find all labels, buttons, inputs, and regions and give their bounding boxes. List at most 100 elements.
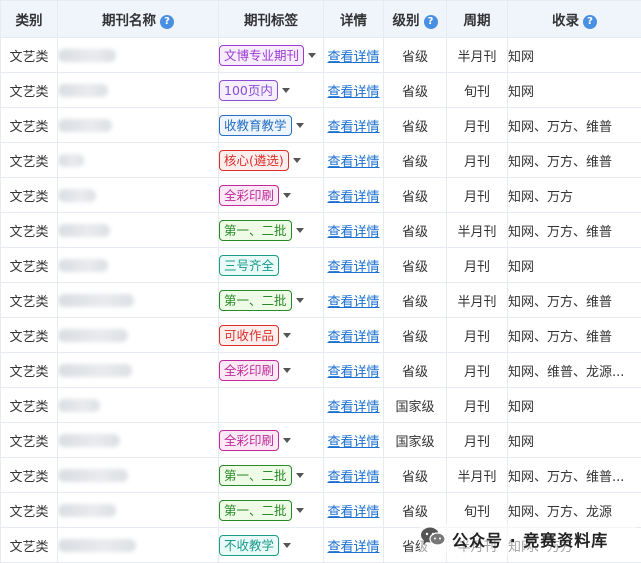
view-details-link[interactable]: 查看详情 xyxy=(327,365,379,380)
help-icon[interactable]: ? xyxy=(160,15,174,29)
journal-tag-badge: 第一、二批 xyxy=(219,289,292,311)
period-text: 月刊 xyxy=(463,434,490,450)
journal-tag-badge: 可收作品 xyxy=(219,324,280,346)
journal-name-blurred xyxy=(58,363,132,377)
index-text: 知网、万方、维普 xyxy=(508,154,613,170)
header-detail[interactable]: 详情 xyxy=(323,0,384,38)
journal-tag-badge: 收教育教学 xyxy=(219,114,292,136)
view-details-link[interactable]: 查看详情 xyxy=(327,505,379,520)
journal-tag-badge: 第一、二批 xyxy=(219,219,292,241)
caret-down-icon[interactable] xyxy=(283,332,292,338)
period-cell: 半月刊 xyxy=(446,37,508,73)
header-row: 类别 期刊名称? 期刊标签 详情 级别? 周期 收录? xyxy=(0,0,641,38)
category-cell: 文艺类 xyxy=(0,422,58,458)
index-text: 知网 xyxy=(508,399,535,415)
view-details-link[interactable]: 查看详情 xyxy=(327,540,379,555)
index-text: 知网、万方、维普 xyxy=(508,119,613,135)
period-cell: 月刊 xyxy=(446,247,508,283)
caret-down-icon[interactable] xyxy=(283,542,292,548)
journal-name-blurred xyxy=(58,293,134,307)
period-cell: 月刊 xyxy=(446,177,508,213)
view-details-link[interactable]: 查看详情 xyxy=(327,190,379,205)
category-text: 文艺类 xyxy=(9,84,49,100)
view-details-link[interactable]: 查看详情 xyxy=(327,85,379,100)
index-cell: 知网、万方、维普 xyxy=(507,142,641,178)
category-cell: 文艺类 xyxy=(0,527,58,563)
header-level[interactable]: 级别? xyxy=(383,0,447,38)
view-details-link[interactable]: 查看详情 xyxy=(327,435,379,450)
view-details-link[interactable]: 查看详情 xyxy=(327,50,379,65)
view-details-link[interactable]: 查看详情 xyxy=(327,120,379,135)
journal-name-cell xyxy=(57,142,219,178)
view-details-link[interactable]: 查看详情 xyxy=(327,260,379,275)
journal-name-blurred xyxy=(58,258,108,272)
table-row: 文艺类 核心(遴选) 查看详情 省级 月刊 知网、万方、维普 xyxy=(0,142,641,178)
index-text: 知网、万方、维普... xyxy=(508,469,625,485)
header-period[interactable]: 周期 xyxy=(446,0,508,38)
category-text: 文艺类 xyxy=(9,259,49,275)
header-tag[interactable]: 期刊标签 xyxy=(218,0,324,38)
caret-down-icon[interactable] xyxy=(292,157,301,163)
index-text: 知网 xyxy=(508,259,535,275)
journal-name-blurred xyxy=(58,468,128,482)
header-category[interactable]: 类别 xyxy=(0,0,58,38)
caret-down-icon[interactable] xyxy=(283,192,292,198)
view-details-link[interactable]: 查看详情 xyxy=(327,155,379,170)
period-text: 半月刊 xyxy=(457,294,497,310)
caret-down-icon[interactable] xyxy=(295,507,304,513)
period-cell: 月刊 xyxy=(446,387,508,423)
caret-down-icon[interactable] xyxy=(283,367,292,373)
journal-name-blurred xyxy=(58,433,120,447)
index-cell: 知网、万方、维普 xyxy=(507,317,641,353)
journal-name-cell xyxy=(57,457,219,493)
help-icon[interactable]: ? xyxy=(583,15,597,29)
period-cell: 半月刊 xyxy=(446,212,508,248)
tag-cell: 100页内 xyxy=(218,72,324,108)
view-details-link[interactable]: 查看详情 xyxy=(327,330,379,345)
journal-tag-badge: 不收教学 xyxy=(219,534,280,556)
index-text: 知网 xyxy=(508,84,535,100)
journal-name-blurred xyxy=(58,153,84,167)
caret-down-icon[interactable] xyxy=(295,122,304,128)
journal-tag-badge: 全彩印刷 xyxy=(219,184,280,206)
category-text: 文艺类 xyxy=(9,189,49,205)
caret-down-icon[interactable] xyxy=(295,227,304,233)
journal-name-cell xyxy=(57,212,219,248)
journal-name-blurred xyxy=(58,503,116,517)
journal-name-cell xyxy=(57,177,219,213)
help-icon[interactable]: ? xyxy=(423,15,438,29)
journal-tag-badge: 第一、二批 xyxy=(219,499,292,521)
caret-down-icon[interactable] xyxy=(283,437,292,443)
journal-name-cell xyxy=(57,247,219,283)
period-text: 半月刊 xyxy=(457,224,497,240)
view-details-link[interactable]: 查看详情 xyxy=(327,400,379,415)
detail-cell: 查看详情 xyxy=(323,527,384,563)
caret-down-icon[interactable] xyxy=(308,52,317,58)
table-row: 文艺类 第一、二批 查看详情 省级 半月刊 知网、万方、维普... xyxy=(0,457,641,493)
index-cell: 知网 xyxy=(507,247,641,283)
category-text: 文艺类 xyxy=(9,49,49,65)
category-cell: 文艺类 xyxy=(0,457,58,493)
category-cell: 文艺类 xyxy=(0,177,58,213)
level-cell: 省级 xyxy=(383,247,447,283)
header-name[interactable]: 期刊名称? xyxy=(57,0,219,38)
period-cell: 半月刊 xyxy=(446,457,508,493)
caret-down-icon[interactable] xyxy=(295,297,304,303)
view-details-link[interactable]: 查看详情 xyxy=(327,470,379,485)
category-cell: 文艺类 xyxy=(0,37,58,73)
caret-down-icon[interactable] xyxy=(295,472,304,478)
caret-down-icon[interactable] xyxy=(281,87,290,93)
level-cell: 省级 xyxy=(383,72,447,108)
level-text: 省级 xyxy=(401,294,428,310)
period-text: 月刊 xyxy=(463,154,490,170)
view-details-link[interactable]: 查看详情 xyxy=(327,295,379,310)
journal-name-blurred xyxy=(58,328,128,342)
view-details-link[interactable]: 查看详情 xyxy=(327,225,379,240)
category-text: 文艺类 xyxy=(9,224,49,240)
table-row: 文艺类 第一、二批 查看详情 省级 半月刊 知网、万方、维普 xyxy=(0,212,641,248)
level-cell: 省级 xyxy=(383,282,447,318)
category-text: 文艺类 xyxy=(9,539,49,555)
period-cell: 月刊 xyxy=(446,352,508,388)
watermark: 公众号 · 竞赛资料库 xyxy=(420,524,636,554)
header-index[interactable]: 收录? xyxy=(507,0,641,38)
